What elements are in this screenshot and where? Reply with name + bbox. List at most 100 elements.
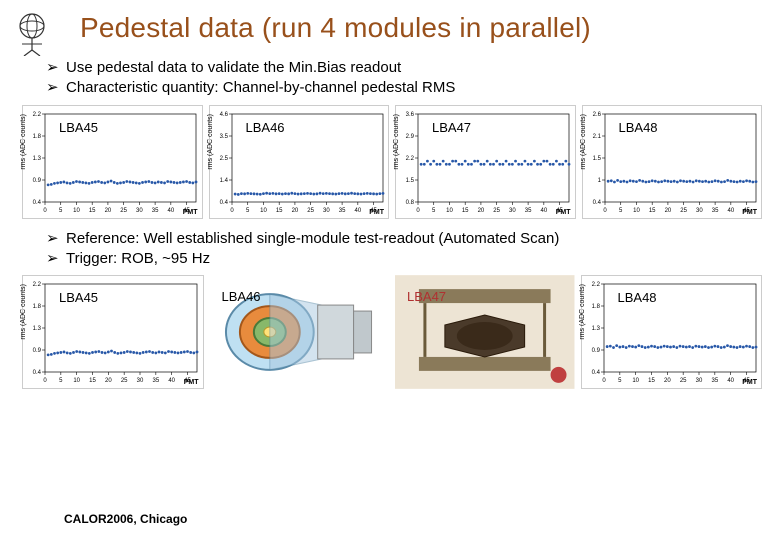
- svg-text:15: 15: [89, 208, 96, 214]
- y-axis-label: rms (ADC counts): [579, 284, 586, 340]
- svg-text:1.3: 1.3: [33, 156, 42, 162]
- y-axis-label: rms (ADC counts): [207, 114, 214, 170]
- svg-text:30: 30: [137, 378, 144, 384]
- svg-text:15: 15: [462, 208, 469, 214]
- svg-text:10: 10: [633, 208, 640, 214]
- svg-text:3.5: 3.5: [219, 134, 228, 140]
- chart-lba46-top: rms (ADC counts) LBA46 05101520253035404…: [209, 105, 390, 219]
- svg-text:5: 5: [619, 208, 623, 214]
- svg-text:10: 10: [446, 208, 453, 214]
- bullets-top: Use pedestal data to validate the Min.Bi…: [46, 58, 762, 99]
- slide-title: Pedestal data (run 4 modules in parallel…: [80, 12, 762, 44]
- svg-text:35: 35: [711, 208, 718, 214]
- svg-text:1.5: 1.5: [406, 178, 415, 184]
- svg-text:40: 40: [354, 208, 361, 214]
- svg-text:15: 15: [89, 378, 96, 384]
- svg-text:2.2: 2.2: [406, 156, 415, 162]
- svg-text:35: 35: [152, 208, 159, 214]
- svg-text:25: 25: [680, 208, 687, 214]
- chart-lba48-top: rms (ADC counts) LBA48 05101520253035404…: [582, 105, 763, 219]
- svg-text:20: 20: [291, 208, 298, 214]
- svg-text:0.4: 0.4: [33, 200, 42, 206]
- svg-text:10: 10: [73, 378, 80, 384]
- chart-label: LBA46: [222, 289, 261, 304]
- svg-text:20: 20: [105, 208, 112, 214]
- svg-text:2.6: 2.6: [592, 112, 601, 118]
- bullet-item: Reference: Well established single-modul…: [46, 229, 762, 249]
- chart-label: LBA46: [246, 120, 285, 135]
- svg-text:2.2: 2.2: [591, 282, 600, 288]
- svg-text:20: 20: [663, 378, 670, 384]
- svg-text:5: 5: [432, 208, 436, 214]
- y-axis-label: rms (ADC counts): [580, 114, 587, 170]
- chart-label: LBA47: [432, 120, 471, 135]
- svg-text:2.5: 2.5: [219, 156, 228, 162]
- svg-text:30: 30: [136, 208, 143, 214]
- y-axis-label: rms (ADC counts): [20, 114, 27, 170]
- svg-text:0.9: 0.9: [33, 348, 42, 354]
- svg-text:25: 25: [493, 208, 500, 214]
- svg-text:1.5: 1.5: [592, 156, 601, 162]
- svg-text:1.8: 1.8: [33, 304, 42, 310]
- svg-text:0.9: 0.9: [33, 178, 42, 184]
- svg-text:5: 5: [246, 208, 250, 214]
- svg-text:5: 5: [59, 208, 63, 214]
- chart-row-bottom: rms (ADC counts) LBA45 05101520253035404…: [22, 275, 762, 389]
- svg-text:20: 20: [664, 208, 671, 214]
- svg-text:40: 40: [167, 208, 174, 214]
- bullet-item: Use pedestal data to validate the Min.Bi…: [46, 58, 762, 78]
- x-axis-label: PMT: [369, 209, 384, 216]
- svg-text:35: 35: [338, 208, 345, 214]
- detector-cutaway-graphic: LBA46: [210, 275, 390, 389]
- svg-text:15: 15: [648, 208, 655, 214]
- chart-label: LBA45: [59, 290, 98, 305]
- svg-text:1.3: 1.3: [591, 326, 600, 332]
- svg-text:35: 35: [152, 378, 159, 384]
- svg-text:40: 40: [540, 208, 547, 214]
- chart-label: LBA47: [407, 289, 446, 304]
- svg-text:1.8: 1.8: [33, 134, 42, 140]
- svg-text:0: 0: [416, 208, 420, 214]
- svg-text:0.4: 0.4: [591, 370, 600, 376]
- bullet-item: Trigger: ROB, ~95 Hz: [46, 249, 762, 269]
- svg-text:1.4: 1.4: [219, 178, 228, 184]
- svg-text:0.4: 0.4: [592, 200, 601, 206]
- x-axis-label: PMT: [742, 379, 757, 386]
- x-axis-label: PMT: [183, 209, 198, 216]
- y-axis-label: rms (ADC counts): [393, 114, 400, 170]
- svg-text:40: 40: [168, 378, 175, 384]
- svg-text:10: 10: [260, 208, 267, 214]
- svg-text:5: 5: [59, 378, 63, 384]
- svg-text:1.3: 1.3: [33, 326, 42, 332]
- chart-label: LBA45: [59, 120, 98, 135]
- chart-label: LBA48: [618, 290, 657, 305]
- chart-lba45-top: rms (ADC counts) LBA45 05101520253035404…: [22, 105, 203, 219]
- svg-text:3.6: 3.6: [406, 112, 415, 118]
- svg-text:30: 30: [695, 378, 702, 384]
- svg-text:2.9: 2.9: [406, 134, 415, 140]
- svg-text:30: 30: [323, 208, 330, 214]
- chart-row-top: rms (ADC counts) LBA45 0 5 10 15 20 25 30 35 40 4…: [22, 105, 762, 219]
- chart-label: LBA48: [619, 120, 658, 135]
- svg-text:20: 20: [105, 378, 112, 384]
- svg-text:25: 25: [679, 378, 686, 384]
- svg-text:10: 10: [73, 208, 80, 214]
- svg-text:35: 35: [525, 208, 532, 214]
- svg-text:0: 0: [603, 208, 607, 214]
- svg-text:25: 25: [307, 208, 314, 214]
- svg-text:0.8: 0.8: [406, 200, 415, 206]
- svg-text:20: 20: [478, 208, 485, 214]
- svg-text:2.1: 2.1: [592, 134, 601, 140]
- logo-icon: [10, 8, 54, 56]
- chart-lba48-bottom: rms (ADC counts) LBA48 05101520253035404…: [581, 275, 763, 389]
- slide: Pedestal data (run 4 modules in parallel…: [0, 0, 780, 540]
- x-axis-label: PMT: [556, 209, 571, 216]
- svg-text:40: 40: [727, 378, 734, 384]
- svg-text:30: 30: [696, 208, 703, 214]
- x-axis-label: PMT: [184, 379, 199, 386]
- svg-text:2.2: 2.2: [33, 112, 42, 118]
- svg-text:15: 15: [275, 208, 282, 214]
- bullets-mid: Reference: Well established single-modul…: [46, 229, 762, 270]
- svg-text:0.4: 0.4: [219, 200, 228, 206]
- y-axis-label: rms (ADC counts): [20, 284, 27, 340]
